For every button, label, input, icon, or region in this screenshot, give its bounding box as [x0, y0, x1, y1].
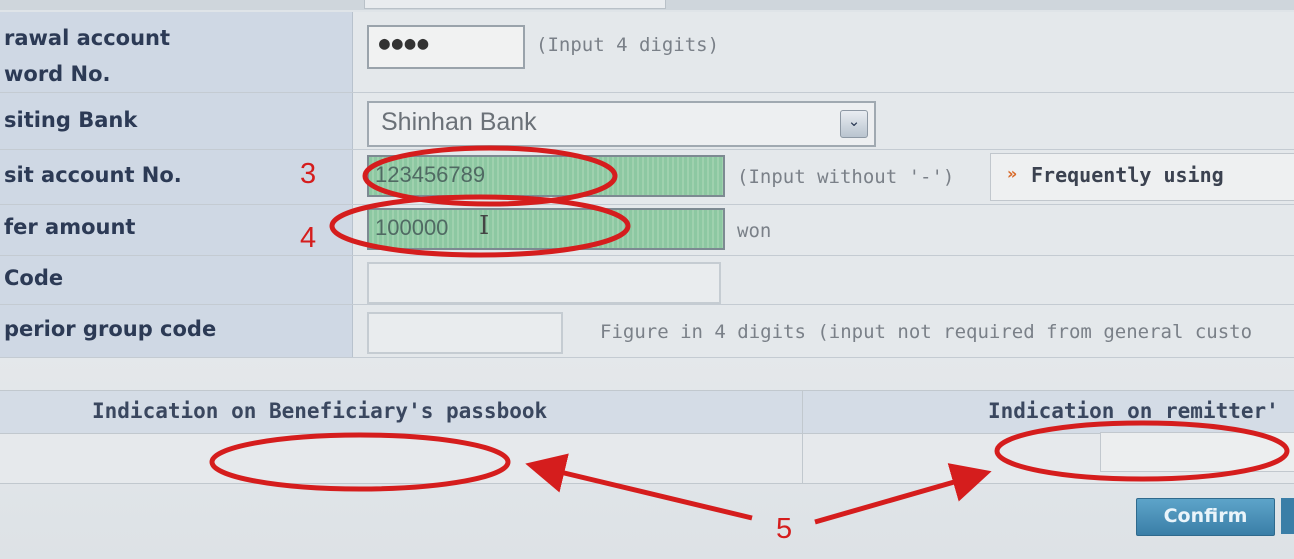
annotation-number-4: 4	[300, 222, 317, 254]
annotation-number-3: 3	[300, 158, 317, 190]
highlight-ellipse-beneficiary	[209, 432, 511, 492]
highlight-ellipse-remitter	[994, 420, 1290, 482]
arrow-to-remitter	[814, 463, 992, 525]
arrow-to-beneficiary	[525, 453, 753, 521]
annotation-overlay	[209, 145, 1290, 525]
annotation-number-5: 5	[776, 513, 793, 545]
browser-viewport: rawal account word No. siting Bank sit a…	[0, 0, 1294, 559]
